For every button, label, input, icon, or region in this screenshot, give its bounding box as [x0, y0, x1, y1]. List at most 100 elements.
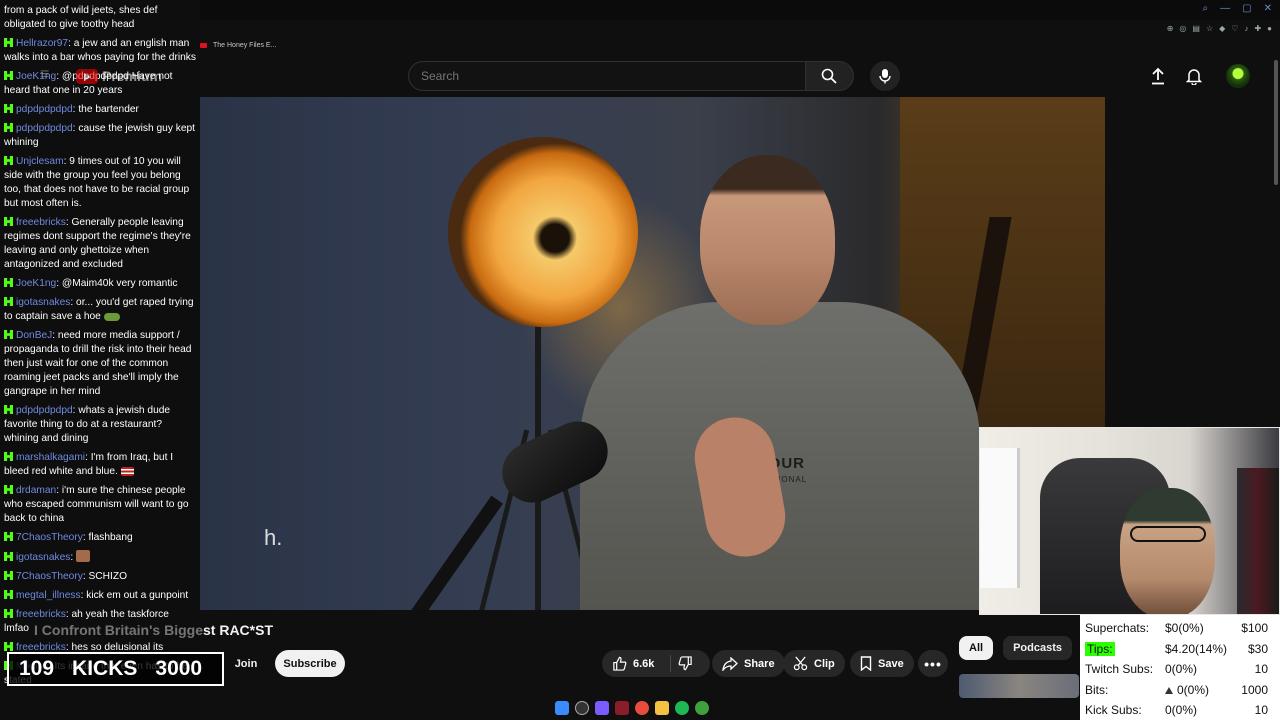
avatar[interactable] [1226, 64, 1250, 88]
clip-button[interactable]: Clip [783, 650, 845, 677]
chrome-icon[interactable] [635, 701, 649, 715]
chat-text: flashbang [88, 532, 133, 543]
kick-badge-icon [4, 38, 13, 47]
donation-goal: 10 [1254, 703, 1268, 718]
taskbar-search-icon[interactable] [575, 701, 589, 715]
chat-username[interactable]: igotasnakes [16, 552, 70, 563]
webcam-coats [1237, 468, 1279, 614]
donation-goals-panel: Superchats: $0(0%) $100 Tips: $4.20(14%) $30 T… [1080, 615, 1280, 720]
kick-badge-icon [4, 552, 13, 561]
chat-message: igotasnakes: or... you'd get raped tryin… [4, 297, 194, 322]
zoom-icon[interactable]: ⊕ [1167, 24, 1174, 33]
donation-goal: 1000 [1241, 682, 1268, 697]
extension-icon[interactable]: ◎ [1179, 24, 1186, 33]
kicks-label: KICKS [72, 657, 138, 680]
extension-toolbar: ⊕ ◎ ▤ ☆ ◆ ♡ ♪ ✚ ● [1167, 24, 1272, 33]
windows-start-icon[interactable] [555, 701, 569, 715]
video-scene-lamp [423, 112, 663, 352]
video-scene-person-head [700, 155, 835, 325]
shield-icon[interactable]: ◆ [1219, 24, 1225, 33]
screen: ⌕ — ▢ ✕ The Honey Files E... ⊕ ◎ ▤ ☆ ◆ ♡… [0, 0, 1280, 720]
video-title-rest: st RAC*ST [203, 622, 274, 638]
chat-username[interactable]: drdaman [16, 485, 56, 496]
join-button[interactable]: Join [230, 651, 262, 677]
notifications-button[interactable] [1182, 64, 1206, 88]
donation-row: Kick Subs: 0(0%) 10 [1085, 700, 1276, 720]
kick-badge-icon [4, 217, 13, 226]
like-count: 6.6k [633, 657, 655, 670]
minimize-icon[interactable]: — [1220, 3, 1230, 14]
kick-badge-icon [4, 590, 13, 599]
chat-username[interactable]: freeebricks [16, 609, 66, 620]
recommended-video-thumbnail[interactable] [959, 674, 1079, 698]
chat-message: 7ChaosTheory: flashbang [4, 531, 196, 545]
like-button[interactable]: 6.6k [612, 656, 654, 671]
sound-icon[interactable]: ♪ [1244, 24, 1248, 33]
close-icon[interactable]: ✕ [1264, 3, 1272, 14]
maximize-icon[interactable]: ▢ [1242, 3, 1251, 14]
search-button[interactable] [804, 61, 854, 91]
share-button[interactable]: Share [712, 650, 785, 677]
chat-username[interactable]: DonBeJ [16, 330, 52, 341]
voice-search-button[interactable] [870, 61, 900, 91]
up-arrow-icon [1165, 686, 1173, 694]
chip-all[interactable]: All [959, 636, 994, 660]
spotify-icon[interactable] [675, 701, 689, 715]
chat-username[interactable]: JoeK1ng [16, 278, 56, 289]
chat-username[interactable]: igotasnakes [16, 297, 70, 308]
folder-icon[interactable] [655, 701, 669, 715]
chat-username[interactable]: pdpdpdpdpd [16, 405, 73, 416]
chat-username[interactable]: marshalkagami [16, 452, 85, 463]
youtube-logo[interactable]: Premium [76, 68, 162, 84]
heart-icon[interactable]: ♡ [1231, 24, 1238, 33]
menu-icon[interactable]: ≡ [40, 66, 49, 84]
search-icon[interactable]: ⌕ [1203, 3, 1209, 14]
app-icon[interactable] [615, 701, 629, 715]
search-input[interactable] [408, 61, 805, 91]
chat-username[interactable]: freeebricks [16, 217, 66, 228]
search-bar [408, 61, 854, 91]
xbox-icon[interactable] [695, 701, 709, 715]
video-player[interactable]: RBOUR RNATIONAL h. [200, 97, 1105, 610]
page-scrollbar[interactable] [1274, 60, 1278, 185]
subscribe-button[interactable]: Subscribe [275, 650, 345, 677]
more-icon: ••• [924, 655, 942, 672]
chat-username[interactable]: 7ChaosTheory [16, 571, 83, 582]
chat-username[interactable]: pdpdpdpdpd [16, 104, 73, 115]
donation-goal: $30 [1247, 641, 1268, 656]
profile-icon[interactable]: ● [1267, 24, 1272, 33]
kicks-current: 109 [19, 657, 55, 680]
save-button[interactable]: Save [850, 650, 914, 677]
youtube-play-icon [76, 68, 98, 84]
discord-icon[interactable] [595, 701, 609, 715]
donation-row: Tips: $4.20(14%) $30 [1085, 639, 1276, 660]
youtube-favicon-icon [200, 42, 207, 48]
puzzle-icon[interactable]: ✚ [1254, 24, 1261, 33]
donation-value-text: $0(0%) [1165, 621, 1204, 636]
upload-button[interactable] [1146, 64, 1170, 88]
bookmark-icon[interactable]: ☆ [1206, 24, 1213, 33]
kick-badge-icon [4, 405, 13, 414]
kick-badge-icon [4, 297, 13, 306]
chat-message: igotasnakes: [4, 550, 196, 565]
dislike-button[interactable] [678, 656, 693, 674]
chat-username[interactable]: JoeK1ng [16, 71, 56, 82]
chat-username[interactable]: Hellrazor97 [16, 38, 68, 49]
microphone-icon [879, 69, 891, 84]
kick-badge-icon [4, 642, 13, 651]
chat-overlay: from a pack of wild jeets, shes def obli… [0, 0, 200, 720]
reader-icon[interactable]: ▤ [1192, 24, 1200, 33]
kick-badge-icon [4, 104, 13, 113]
chat-username[interactable]: Unjclesam [16, 156, 64, 167]
chat-username[interactable]: 7ChaosTheory [16, 532, 83, 543]
logo-text: Premium [102, 68, 162, 84]
search-icon [822, 68, 838, 84]
chip-podcasts[interactable]: Podcasts [1003, 636, 1072, 660]
save-label: Save [878, 657, 904, 670]
chat-emote-icon [103, 313, 120, 321]
chat-username[interactable]: pdpdpdpdpd [16, 123, 73, 134]
chat-username[interactable]: megtal_illness [16, 590, 81, 601]
browser-tab[interactable]: The Honey Files E... [200, 36, 276, 54]
more-actions-button[interactable]: ••• [918, 650, 948, 677]
scissors-icon [793, 656, 808, 671]
